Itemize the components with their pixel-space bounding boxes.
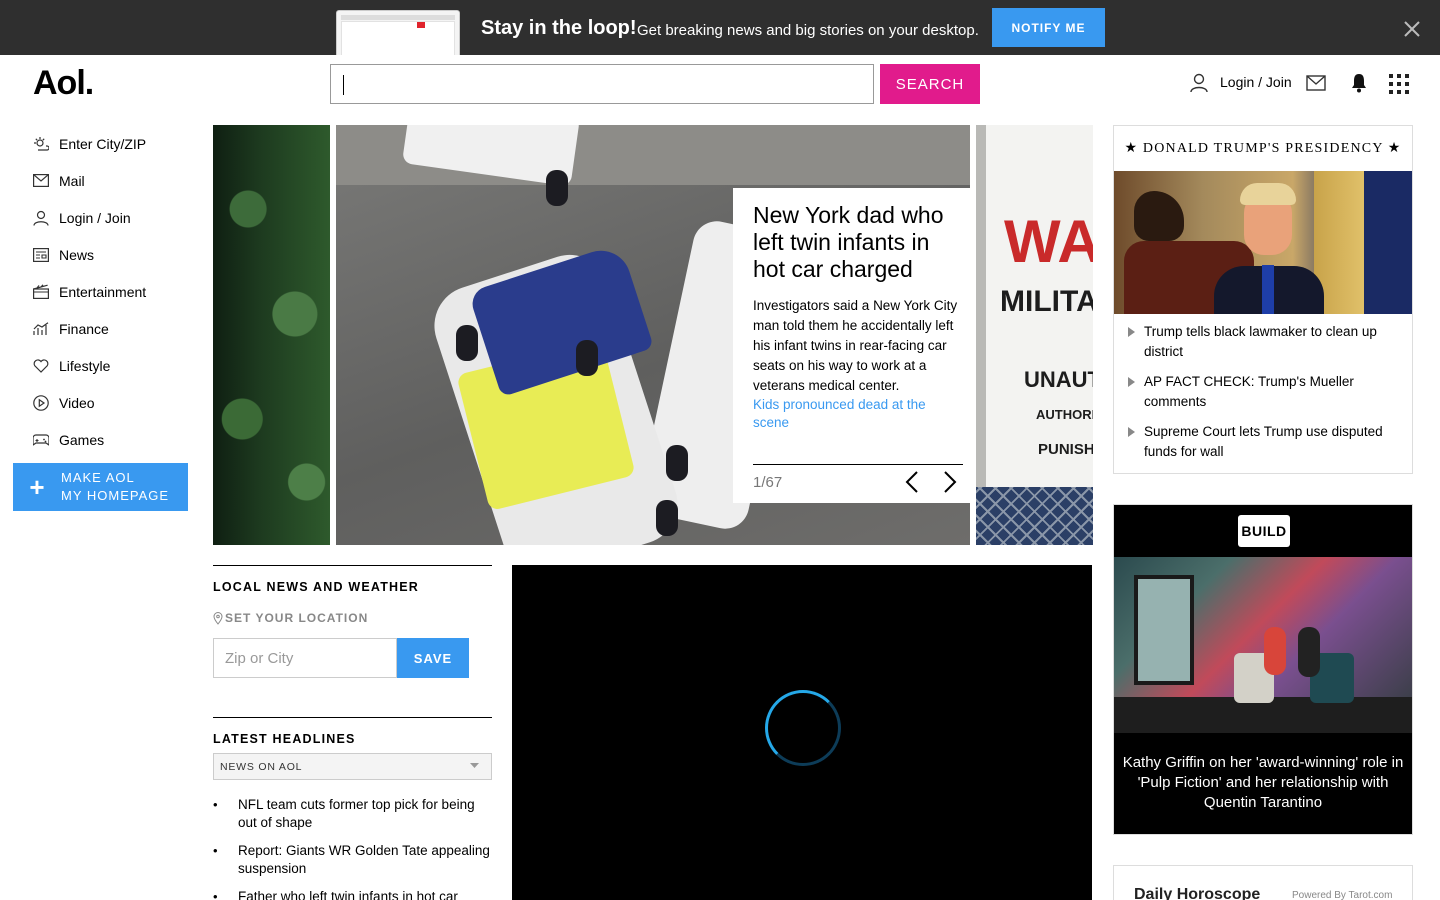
nav-item-label: Entertainment — [59, 283, 147, 300]
promo-banner: Stay in the loop! Get breaking news and … — [0, 0, 1440, 55]
nav-item-label: Enter City/ZIP — [59, 135, 147, 152]
story-description: Investigators said a New York City man t… — [753, 298, 958, 393]
carousel-prev-slide-image[interactable] — [213, 125, 330, 545]
headline-list: NFL team cuts former top pick for being … — [213, 796, 492, 900]
carousel-story-card: New York dad who left twin infants in ho… — [733, 188, 970, 503]
nav-item-lifestyle[interactable]: Lifestyle — [33, 347, 193, 384]
trump-presidency-module: ★ DONALD TRUMP'S PRESIDENCY ★ Trump tell… — [1113, 125, 1413, 474]
slide-counter: 1/67 — [753, 474, 783, 491]
nav-item-finance[interactable]: Finance — [33, 310, 193, 347]
nav-item-weather[interactable]: Enter City/ZIP — [33, 125, 193, 162]
weather-icon — [33, 136, 49, 152]
promo-title: Stay in the loop! — [481, 17, 637, 39]
build-logo: BUILD — [1238, 515, 1290, 547]
clapper-icon — [33, 284, 49, 300]
headline-item[interactable]: NFL team cuts former top pick for being … — [213, 796, 492, 832]
zip-city-input[interactable] — [213, 638, 397, 678]
build-video-module[interactable]: BUILD Kathy Griffin on her 'award-winnin… — [1113, 504, 1413, 835]
dropdown-selected-value: NEWS ON AOL — [220, 760, 303, 773]
headline-item[interactable]: Report: Giants WR Golden Tate appealing … — [213, 842, 492, 878]
user-icon — [33, 210, 49, 226]
header-login-link[interactable]: Login / Join — [1220, 74, 1292, 90]
make-homepage-button[interactable]: + MAKE AOL MY HOMEPAGE — [13, 463, 188, 511]
nav-item-games[interactable]: Games — [33, 421, 193, 458]
nav-item-entertainment[interactable]: Entertainment — [33, 273, 193, 310]
nav-item-mail[interactable]: Mail — [33, 162, 193, 199]
nav-item-label: Video — [59, 394, 95, 411]
sign-text: PUNISH — [1038, 441, 1093, 458]
divider — [753, 464, 963, 465]
story-link[interactable]: Supreme Court lets Trump use disputed fu… — [1128, 422, 1408, 462]
bell-icon[interactable] — [1350, 73, 1368, 93]
sign-text: AUTHORI — [1036, 407, 1093, 422]
chevron-right-icon[interactable] — [939, 470, 959, 494]
headline-item[interactable]: Father who left twin infants in hot car — [213, 888, 492, 900]
divider — [213, 717, 492, 718]
search-input[interactable] — [330, 64, 874, 104]
story-link[interactable]: Trump tells black lawmaker to clean up d… — [1128, 322, 1408, 362]
nav-item-label: News — [59, 246, 95, 263]
powered-by-label: Powered By Tarot.com — [1292, 890, 1393, 900]
divider — [213, 565, 492, 566]
chevron-left-icon[interactable] — [903, 470, 923, 494]
latest-headlines-heading: LATEST HEADLINES — [213, 732, 356, 746]
nav-item-label: Finance — [59, 320, 109, 337]
carousel-next-slide-image[interactable]: WA MILITA UNAUT AUTHORI PUNISH — [976, 125, 1093, 545]
apps-grid-icon[interactable] — [1389, 74, 1409, 94]
plus-icon: + — [29, 472, 45, 502]
sign-text: WA — [1004, 208, 1093, 275]
nav-item-news[interactable]: News — [33, 236, 193, 273]
promo-subtitle: Get breaking news and big stories on you… — [637, 22, 979, 39]
news-icon — [33, 247, 49, 263]
sign-text: UNAUT — [1024, 367, 1093, 392]
triangle-bullet-icon — [1128, 377, 1135, 387]
left-nav: Enter City/ZIP Mail Login / Join News En… — [33, 125, 193, 458]
build-caption[interactable]: Kathy Griffin on her 'award-winning' rol… — [1120, 753, 1406, 813]
aol-logo[interactable]: Aol. — [33, 64, 94, 103]
close-icon[interactable] — [1402, 19, 1422, 39]
sign-text: MILITA — [1000, 285, 1093, 318]
loading-spinner-icon — [765, 690, 841, 766]
user-icon[interactable] — [1189, 73, 1209, 93]
location-pin-icon — [213, 611, 223, 625]
heart-icon — [33, 358, 49, 374]
triangle-bullet-icon — [1128, 427, 1135, 437]
build-thumbnail[interactable] — [1114, 557, 1412, 733]
nav-item-label: Mail — [59, 172, 85, 189]
save-location-button[interactable]: SAVE — [397, 638, 469, 678]
set-location-text: SET YOUR LOCATION — [225, 611, 369, 625]
nav-item-login[interactable]: Login / Join — [33, 199, 193, 236]
triangle-bullet-icon — [1128, 327, 1135, 337]
story-link[interactable]: AP FACT CHECK: Trump's Mueller comments — [1128, 372, 1408, 412]
horoscope-module: Daily Horoscope Powered By Tarot.com — [1113, 865, 1413, 900]
nav-item-label: Games — [59, 431, 105, 448]
search-button[interactable]: SEARCH — [880, 64, 980, 104]
mail-icon[interactable] — [1306, 75, 1326, 91]
trump-photo[interactable] — [1114, 171, 1412, 314]
make-homepage-line1: MAKE AOL — [61, 470, 135, 485]
nav-item-label: Login / Join — [59, 209, 131, 226]
promo-desktop-thumbnail — [336, 10, 460, 55]
local-news-heading: LOCAL NEWS AND WEATHER — [213, 580, 420, 594]
story-title[interactable]: New York dad who left twin infants in ho… — [753, 202, 963, 283]
video-player[interactable] — [512, 565, 1092, 900]
notify-me-button[interactable]: NOTIFY ME — [992, 8, 1105, 47]
story-related-link[interactable]: Kids pronounced dead at the scene — [753, 396, 953, 432]
nav-item-video[interactable]: Video — [33, 384, 193, 421]
chevron-down-icon — [470, 763, 479, 768]
chart-icon — [33, 321, 49, 337]
play-icon — [33, 394, 49, 411]
make-homepage-line2: MY HOMEPAGE — [61, 488, 170, 503]
gamepad-icon — [33, 432, 49, 448]
headline-source-dropdown[interactable]: NEWS ON AOL — [213, 753, 492, 780]
module-heading[interactable]: ★ DONALD TRUMP'S PRESIDENCY ★ — [1114, 140, 1412, 157]
trump-story-list: Trump tells black lawmaker to clean up d… — [1128, 322, 1408, 472]
nav-item-label: Lifestyle — [59, 357, 111, 374]
horoscope-title[interactable]: Daily Horoscope — [1134, 886, 1260, 900]
mail-icon — [33, 173, 49, 189]
set-location-label: SET YOUR LOCATION — [213, 611, 368, 625]
